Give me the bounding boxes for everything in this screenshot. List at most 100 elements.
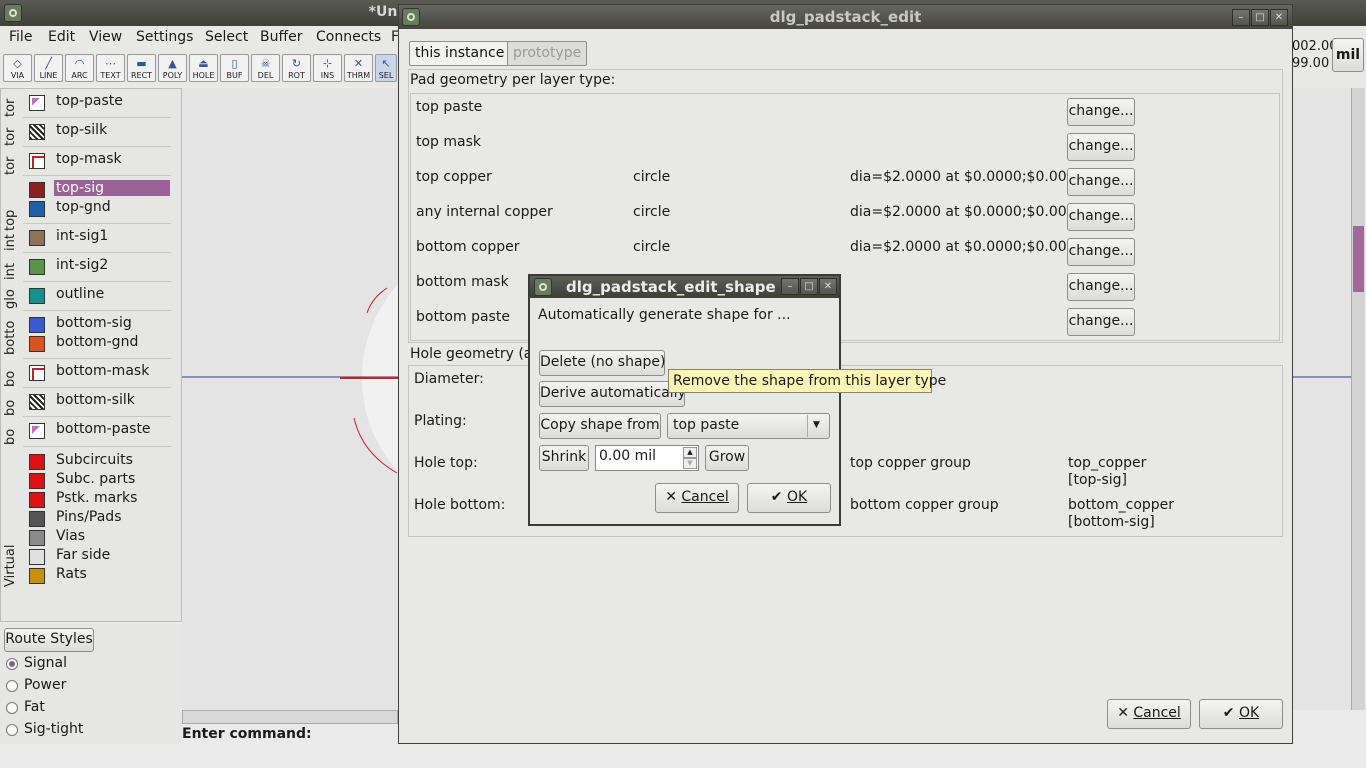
unit-toggle-button[interactable]: mil xyxy=(1332,38,1364,72)
tool-hole[interactable]: ⏏ HOLE xyxy=(189,54,218,82)
layer-bottom-mask[interactable]: bottom-mask xyxy=(27,363,173,383)
layer-top-gnd[interactable]: top-gnd xyxy=(27,199,173,219)
delete-shape-button[interactable]: Delete (no shape) xyxy=(539,350,666,376)
minimize-icon[interactable]: – xyxy=(1232,9,1250,26)
tool-thrm[interactable]: ✕ THRM xyxy=(344,54,373,82)
layer-swatch[interactable] xyxy=(29,473,45,489)
group-tab-global[interactable]: glo xyxy=(3,285,21,309)
layer-swatch[interactable] xyxy=(29,317,45,333)
shape-cancel-button[interactable]: ✕ Cancel xyxy=(655,483,739,513)
tool-arc[interactable]: ◠ ARC xyxy=(65,54,94,82)
virtual-layer-subcircuits[interactable]: Subcircuits xyxy=(27,452,173,472)
change-bottom-paste-button[interactable]: change... xyxy=(1067,308,1135,336)
change-bottom-copper-button[interactable]: change... xyxy=(1067,238,1135,266)
layer-swatch[interactable] xyxy=(29,201,45,217)
group-tab-top-silk[interactable]: tor xyxy=(3,120,21,146)
virtual-layer-rats[interactable]: Rats xyxy=(27,566,173,586)
layer-bottom-sig[interactable]: bottom-sig xyxy=(27,315,173,335)
group-tab-int-1[interactable]: int xyxy=(3,227,21,251)
layer-int-sig1[interactable]: int-sig1 xyxy=(27,228,173,248)
tool-buf[interactable]: ▯ BUF xyxy=(220,54,249,82)
change-top-mask-button[interactable]: change... xyxy=(1067,133,1135,161)
minimize-icon[interactable]: – xyxy=(781,278,799,295)
layer-swatch[interactable] xyxy=(29,230,45,246)
group-tab-bottom-silk[interactable]: bo xyxy=(3,392,21,416)
layer-top-sig[interactable]: top-sig xyxy=(27,180,173,200)
maximize-icon[interactable]: □ xyxy=(1251,9,1269,26)
route-styles-button[interactable]: Route Styles xyxy=(4,628,94,652)
spin-up-icon[interactable]: ▲ xyxy=(683,447,697,458)
layer-swatch[interactable] xyxy=(29,511,45,527)
layer-swatch[interactable] xyxy=(29,182,45,198)
route-style-signal-label[interactable]: Signal xyxy=(24,655,67,671)
tool-rect[interactable]: ▬ RECT xyxy=(127,54,156,82)
route-style-fat-label[interactable]: Fat xyxy=(24,699,45,715)
tool-ins[interactable]: ⊹ INS xyxy=(313,54,342,82)
route-style-power-label[interactable]: Power xyxy=(24,677,66,693)
change-internal-copper-button[interactable]: change... xyxy=(1067,203,1135,231)
close-icon[interactable]: ✕ xyxy=(1270,9,1288,26)
layer-swatch[interactable] xyxy=(29,365,45,381)
menu-connects[interactable]: Connects xyxy=(316,29,381,45)
tool-sel[interactable]: ↖ SEL xyxy=(375,54,397,82)
tool-poly[interactable]: ▲ POLY xyxy=(158,54,187,82)
group-tab-bottom-copper[interactable]: botto xyxy=(3,315,21,355)
menu-buffer[interactable]: Buffer xyxy=(260,29,303,45)
layer-swatch[interactable] xyxy=(29,288,45,304)
scroll-thumb[interactable] xyxy=(1353,226,1364,292)
layer-swatch[interactable] xyxy=(29,549,45,565)
virtual-layer-pstk-marks[interactable]: Pstk. marks xyxy=(27,490,173,510)
route-style-fat-radio[interactable] xyxy=(6,702,18,714)
menu-file[interactable]: File xyxy=(9,29,32,45)
layer-int-sig2[interactable]: int-sig2 xyxy=(27,257,173,277)
group-tab-top-paste[interactable]: tor xyxy=(3,91,21,117)
maximize-icon[interactable]: □ xyxy=(800,278,818,295)
group-tab-bottom-paste[interactable]: bo xyxy=(3,421,21,445)
tool-rot[interactable]: ↻ ROT xyxy=(282,54,311,82)
vertical-scrollbar[interactable] xyxy=(1351,88,1365,710)
copy-source-select[interactable]: top paste ▼ xyxy=(667,413,830,439)
layer-swatch[interactable] xyxy=(29,423,45,439)
group-tab-bottom-mask[interactable]: bo xyxy=(3,363,21,387)
copy-shape-from-button[interactable]: Copy shape from xyxy=(539,413,661,439)
virtual-layer-far-side[interactable]: Far side xyxy=(27,547,173,567)
group-tab-top-copper[interactable]: top xyxy=(3,181,21,231)
tab-this-instance[interactable]: this instance xyxy=(409,41,511,66)
tool-line[interactable]: ╱ LINE xyxy=(34,54,63,82)
route-style-power-radio[interactable] xyxy=(6,680,18,692)
menu-edit[interactable]: Edit xyxy=(48,29,75,45)
layer-bottom-silk[interactable]: bottom-silk xyxy=(27,392,173,412)
layer-swatch[interactable] xyxy=(29,124,45,140)
spin-down-icon[interactable]: ▼ xyxy=(683,458,697,469)
layer-swatch[interactable] xyxy=(29,530,45,546)
padstack-ok-button[interactable]: ✔ OK xyxy=(1199,699,1283,729)
layer-top-mask[interactable]: top-mask xyxy=(27,151,173,171)
layer-swatch[interactable] xyxy=(29,95,45,111)
shrink-button[interactable]: Shrink xyxy=(539,445,589,471)
group-tab-int-2[interactable]: int xyxy=(3,256,21,280)
padstack-titlebar[interactable]: dlg_padstack_edit – □ ✕ xyxy=(399,5,1292,29)
group-tab-virtual[interactable]: Virtual xyxy=(3,535,21,587)
route-style-sig-tight-label[interactable]: Sig-tight xyxy=(24,721,83,737)
layer-swatch[interactable] xyxy=(29,336,45,352)
shape-dialog-titlebar[interactable]: dlg_padstack_edit_shape – □ ✕ xyxy=(530,276,839,298)
tool-del[interactable]: ☠ DEL xyxy=(251,54,280,82)
layer-swatch[interactable] xyxy=(29,259,45,275)
layer-swatch[interactable] xyxy=(29,568,45,584)
derive-automatically-button[interactable]: Derive automatically xyxy=(539,381,685,407)
tab-prototype[interactable]: prototype xyxy=(507,41,588,66)
virtual-layer-pins-pads[interactable]: Pins/Pads xyxy=(27,509,173,529)
layer-bottom-gnd[interactable]: bottom-gnd xyxy=(27,334,173,354)
tool-via[interactable]: ◇ VIA xyxy=(3,54,32,82)
virtual-layer-vias[interactable]: Vias xyxy=(27,528,173,548)
close-icon[interactable]: ✕ xyxy=(819,278,837,295)
tool-text[interactable]: ⋯ TEXT xyxy=(96,54,125,82)
horizontal-scrollbar[interactable] xyxy=(182,710,398,724)
layer-swatch[interactable] xyxy=(29,492,45,508)
virtual-layer-subc-parts[interactable]: Subc. parts xyxy=(27,471,173,491)
amount-spin-input[interactable]: 0.00 mil ▲ ▼ xyxy=(595,445,699,471)
layer-swatch[interactable] xyxy=(29,394,45,410)
grow-button[interactable]: Grow xyxy=(705,445,749,471)
group-tab-top-mask[interactable]: tor xyxy=(3,149,21,175)
change-top-copper-button[interactable]: change... xyxy=(1067,168,1135,196)
